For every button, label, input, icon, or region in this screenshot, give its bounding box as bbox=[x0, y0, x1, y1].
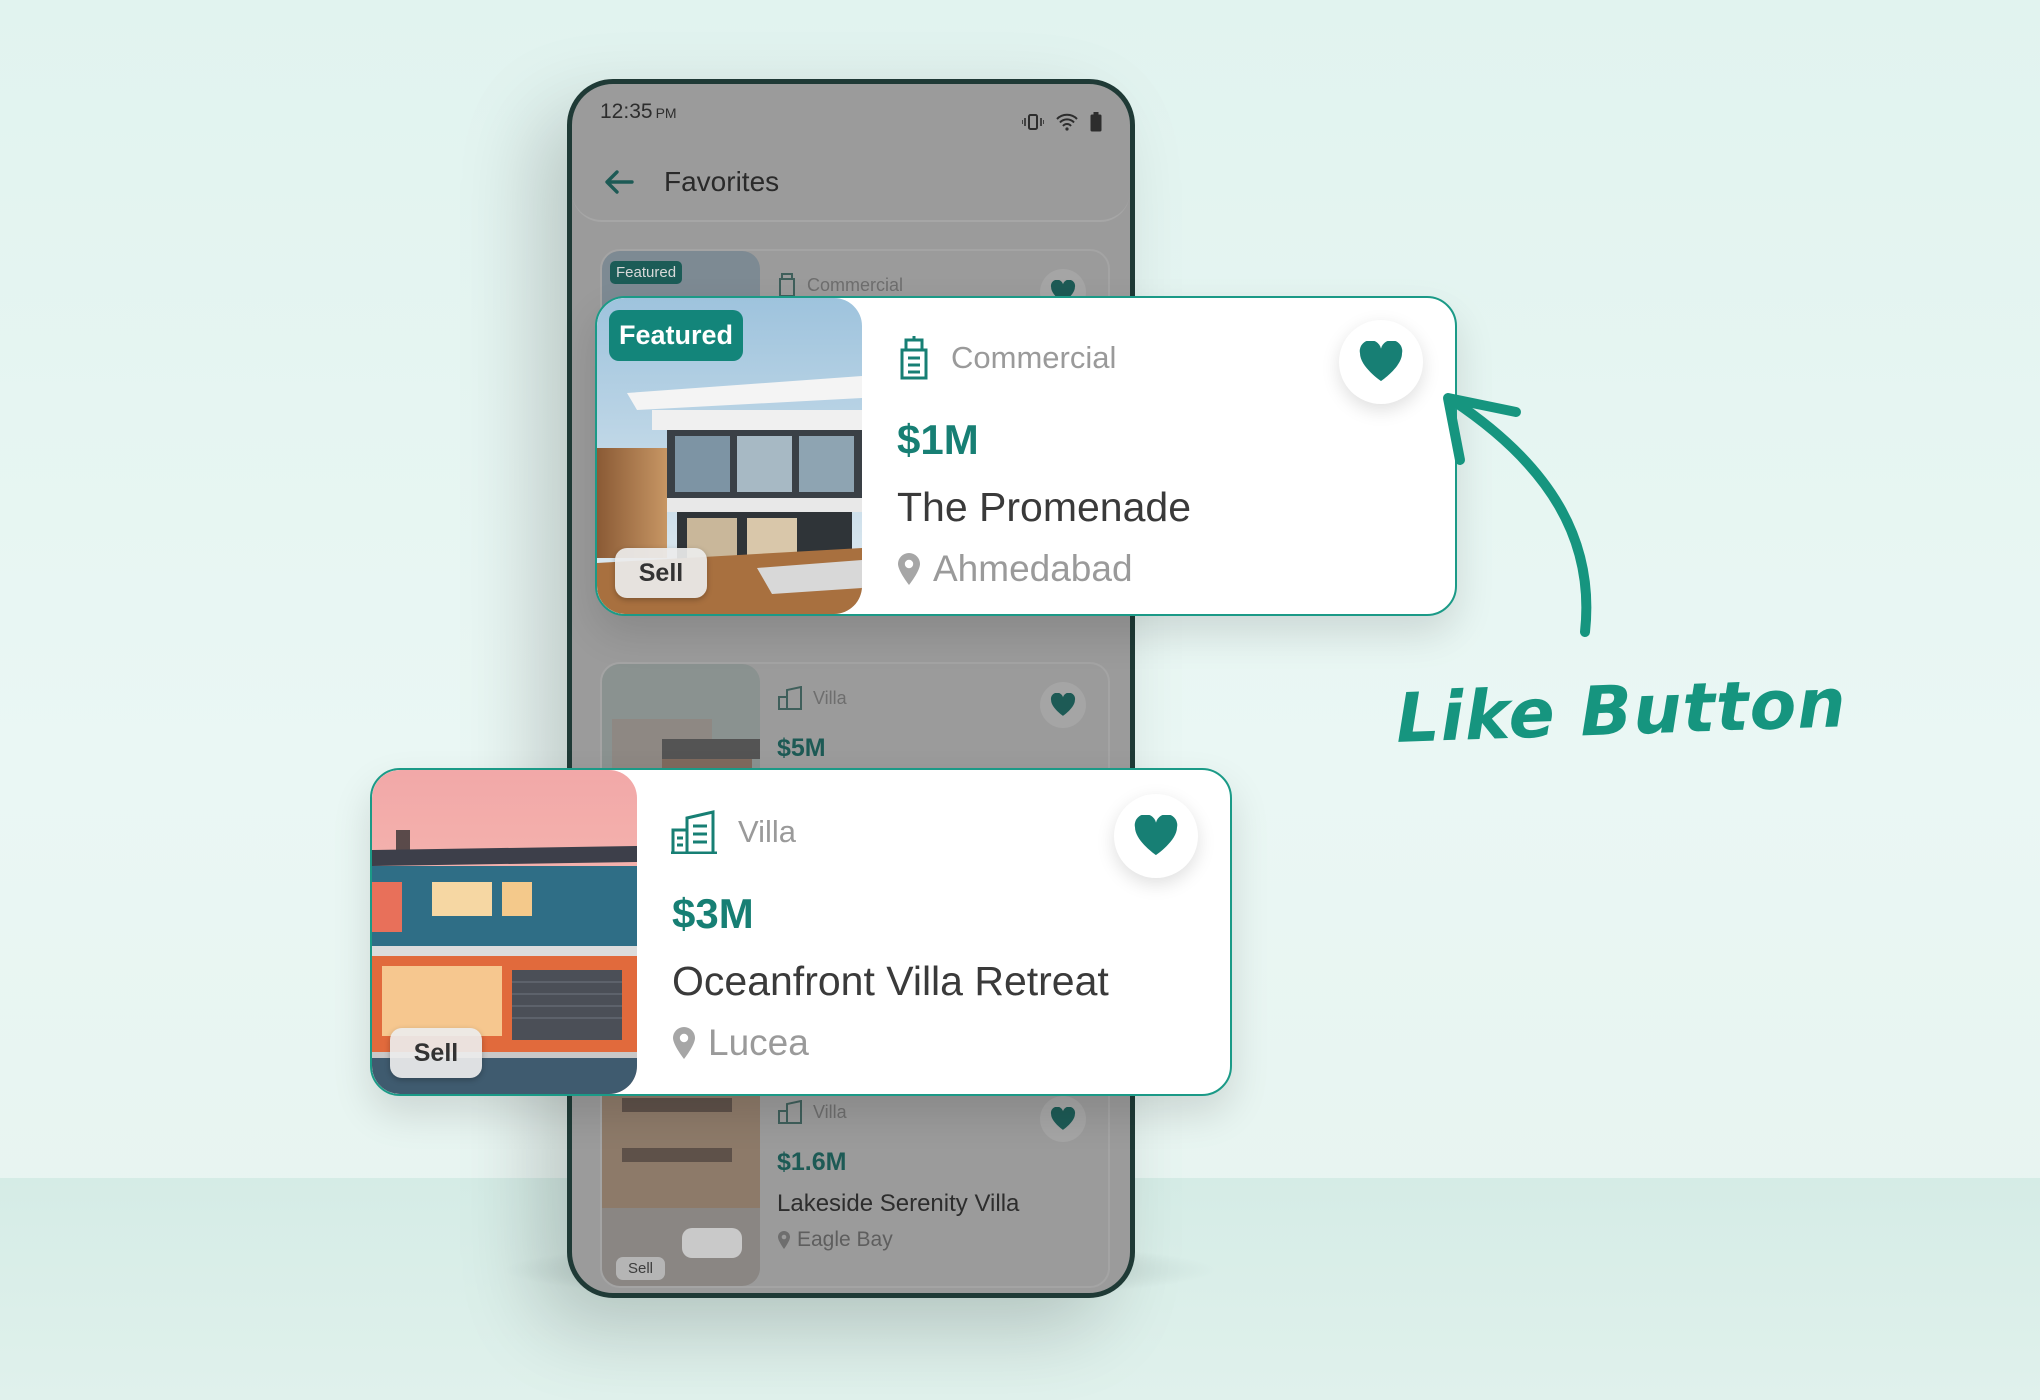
property-price: $3M bbox=[672, 890, 754, 937]
property-location-label: Eagle Bay bbox=[797, 1228, 893, 1251]
vibrate-icon bbox=[1022, 114, 1044, 130]
like-button[interactable] bbox=[1339, 320, 1423, 404]
property-type-label: Commercial bbox=[807, 274, 904, 295]
highlight-card-promenade[interactable]: Featured Sell Commercial $1M The Promena… bbox=[595, 296, 1457, 616]
highlight-card-oceanfront[interactable]: Sell Villa $3M Oceanfront Villa Retreat … bbox=[370, 768, 1232, 1096]
property-type-label: Villa bbox=[813, 1101, 847, 1122]
property-name: The Promenade bbox=[897, 484, 1192, 530]
phone-mockup: 12:35 PM Favorites Featured Commercial V… bbox=[567, 79, 1135, 1298]
property-type: Villa bbox=[777, 686, 847, 710]
property-type: Commercial bbox=[777, 273, 903, 297]
property-name: Lakeside Serenity Villa bbox=[777, 1190, 1020, 1217]
location-pin-icon bbox=[898, 553, 920, 585]
villa-building-icon bbox=[671, 810, 717, 854]
property-location: Lucea bbox=[672, 1022, 809, 1064]
property-name: Oceanfront Villa Retreat bbox=[672, 958, 1109, 1004]
sell-badge: Sell bbox=[616, 1257, 666, 1280]
annotation-arrow bbox=[1443, 393, 1592, 637]
property-photo: Sell bbox=[372, 770, 637, 1094]
property-type-label: Commercial bbox=[951, 340, 1117, 375]
villa-building-icon bbox=[778, 686, 802, 710]
like-button[interactable] bbox=[1040, 1096, 1086, 1142]
heart-icon bbox=[1050, 1107, 1076, 1130]
property-type-label: Villa bbox=[738, 814, 797, 849]
heart-icon bbox=[1134, 815, 1178, 856]
property-location-label: Ahmedabad bbox=[933, 548, 1133, 589]
heart-icon bbox=[1050, 693, 1076, 716]
heart-icon bbox=[1359, 341, 1403, 382]
status-time-group: 12:35 PM bbox=[600, 100, 677, 144]
location-pin-icon bbox=[673, 1027, 695, 1059]
property-price: $5M bbox=[777, 734, 826, 762]
property-type-label: Villa bbox=[813, 687, 847, 708]
page-title: Favorites bbox=[664, 166, 780, 197]
battery-icon bbox=[1090, 112, 1102, 132]
status-ampm: PM bbox=[655, 105, 677, 121]
property-location-label: Lucea bbox=[708, 1022, 809, 1063]
villa-building-icon bbox=[778, 1100, 802, 1124]
wifi-icon bbox=[1056, 113, 1078, 131]
favorite-card[interactable]: Sell Villa $1.6M Lakeside Serenity Villa… bbox=[600, 1076, 1110, 1288]
sell-badge: Sell bbox=[615, 548, 707, 598]
property-price: $1.6M bbox=[777, 1148, 847, 1176]
commercial-building-icon bbox=[779, 273, 795, 297]
location-pin-icon bbox=[778, 1231, 790, 1249]
property-photo: Sell bbox=[602, 1078, 760, 1286]
like-button[interactable] bbox=[1114, 794, 1198, 878]
property-type: Commercial bbox=[897, 336, 1116, 380]
property-location: Eagle Bay bbox=[777, 1228, 893, 1252]
annotation-label: Like Button bbox=[1394, 664, 1848, 759]
status-time: 12:35 bbox=[600, 100, 653, 123]
property-location: Ahmedabad bbox=[897, 548, 1133, 590]
featured-badge: Featured bbox=[610, 261, 683, 284]
app-bar: Favorites bbox=[572, 144, 1130, 222]
status-bar: 12:35 PM bbox=[572, 84, 1130, 144]
like-button[interactable] bbox=[1040, 682, 1086, 728]
status-icons bbox=[1022, 100, 1102, 144]
property-type: Villa bbox=[670, 810, 796, 854]
sell-badge: Sell bbox=[390, 1028, 482, 1078]
property-type: Villa bbox=[777, 1100, 847, 1124]
featured-badge: Featured bbox=[609, 310, 744, 361]
property-photo: Featured Sell bbox=[597, 298, 862, 614]
property-price: $1M bbox=[897, 416, 979, 463]
commercial-building-icon bbox=[900, 336, 928, 380]
back-arrow-icon[interactable] bbox=[604, 169, 634, 195]
